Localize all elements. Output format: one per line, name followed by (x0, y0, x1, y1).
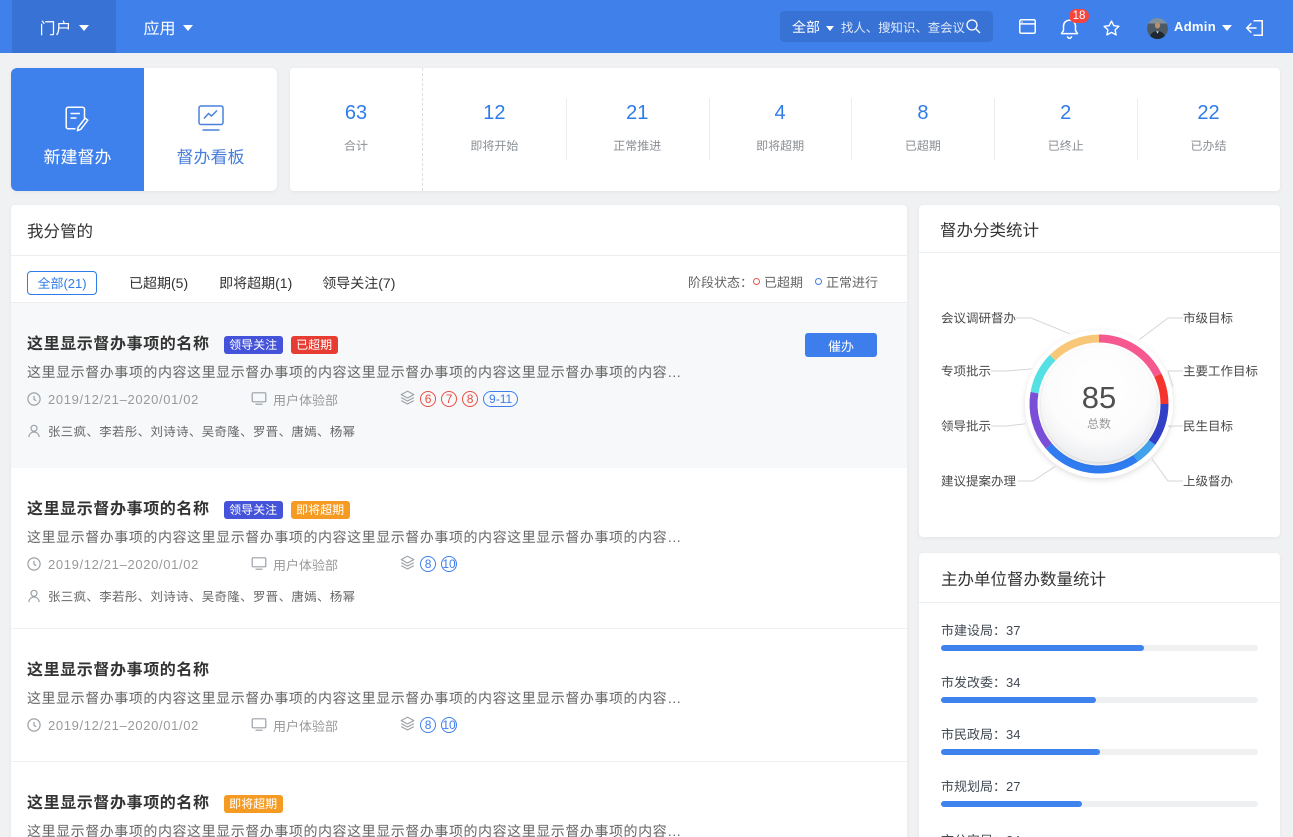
svg-text:领导批示: 领导批示 (941, 420, 991, 434)
svg-text:专项批示: 专项批示 (941, 365, 991, 379)
svg-text:市级目标: 市级目标 (1183, 312, 1233, 326)
svg-text:上级督办: 上级督办 (1183, 475, 1233, 489)
svg-text:主要工作目标: 主要工作目标 (1183, 365, 1258, 379)
svg-text:85: 85 (1082, 380, 1116, 415)
svg-text:建议提案办理: 建议提案办理 (941, 475, 1017, 489)
svg-text:总数: 总数 (1087, 417, 1111, 431)
svg-text:民生目标: 民生目标 (1183, 420, 1233, 434)
svg-text:会议调研督办: 会议调研督办 (941, 312, 1016, 326)
